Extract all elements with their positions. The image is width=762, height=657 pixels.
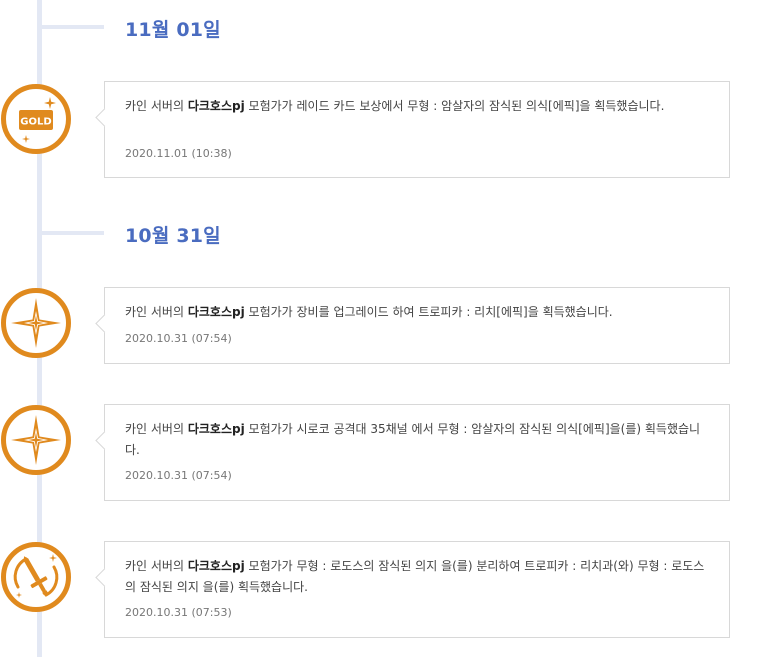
sparkle-star-icon [11,415,61,465]
date-header: 11월 01일 [125,19,221,41]
date-tick [42,231,104,235]
card-message: 카인 서버의 다크호스pj 모험가가 장비를 업그레이드 하여 트로피카 : 리… [125,302,705,323]
message-body: 모험가가 장비를 업그레이드 하여 트로피카 : 리치[에픽]을 획득했습니다. [244,305,613,319]
timeline-card: 카인 서버의 다크호스pj 모험가가 레이드 카드 보상에서 무형 : 암살자의… [95,81,730,178]
message-prefix: 카인 서버의 [125,422,188,436]
card-message: 카인 서버의 다크호스pj 모험가가 레이드 카드 보상에서 무형 : 암살자의… [125,96,705,117]
timeline-card: 카인 서버의 다크호스pj 모험가가 시로코 공격대 35채널 에서 무형 : … [95,404,730,501]
message-prefix: 카인 서버의 [125,559,188,573]
sparkle-badge [1,405,71,475]
card-pointer [95,314,114,333]
message-prefix: 카인 서버의 [125,99,188,113]
character-name[interactable]: 다크호스pj [188,305,245,319]
sword-badge [1,542,71,612]
sparkle-star-icon [11,298,61,348]
gold-icon: GOLD [19,97,56,143]
card-timestamp: 2020.10.31 (07:54) [125,332,232,345]
gold-badge: GOLD [1,84,71,154]
character-name[interactable]: 다크호스pj [188,422,245,436]
card-timestamp: 2020.11.01 (10:38) [125,147,232,160]
gold-icon-label: GOLD [20,117,51,128]
message-body: 모험가가 레이드 카드 보상에서 무형 : 암살자의 잠식된 의식[에픽]을 획… [244,99,665,113]
card-message: 카인 서버의 다크호스pj 모험가가 시로코 공격대 35채널 에서 무형 : … [125,419,705,461]
card-pointer [95,108,114,127]
card-timestamp: 2020.10.31 (07:54) [125,469,232,482]
date-tick [42,25,104,29]
character-name[interactable]: 다크호스pj [188,559,245,573]
card-message: 카인 서버의 다크호스pj 모험가가 무형 : 로도스의 잠식된 의지 을(를)… [125,556,705,598]
timeline-card: 카인 서버의 다크호스pj 모험가가 장비를 업그레이드 하여 트로피카 : 리… [95,287,730,364]
sword-icon [13,554,59,598]
sparkle-badge [1,288,71,358]
date-header: 10월 31일 [125,225,221,247]
card-pointer [95,431,114,450]
timeline-card: 카인 서버의 다크호스pj 모험가가 무형 : 로도스의 잠식된 의지 을(를)… [95,541,730,638]
card-pointer [95,568,114,587]
character-name[interactable]: 다크호스pj [188,99,245,113]
message-prefix: 카인 서버의 [125,305,188,319]
card-timestamp: 2020.10.31 (07:53) [125,606,232,619]
